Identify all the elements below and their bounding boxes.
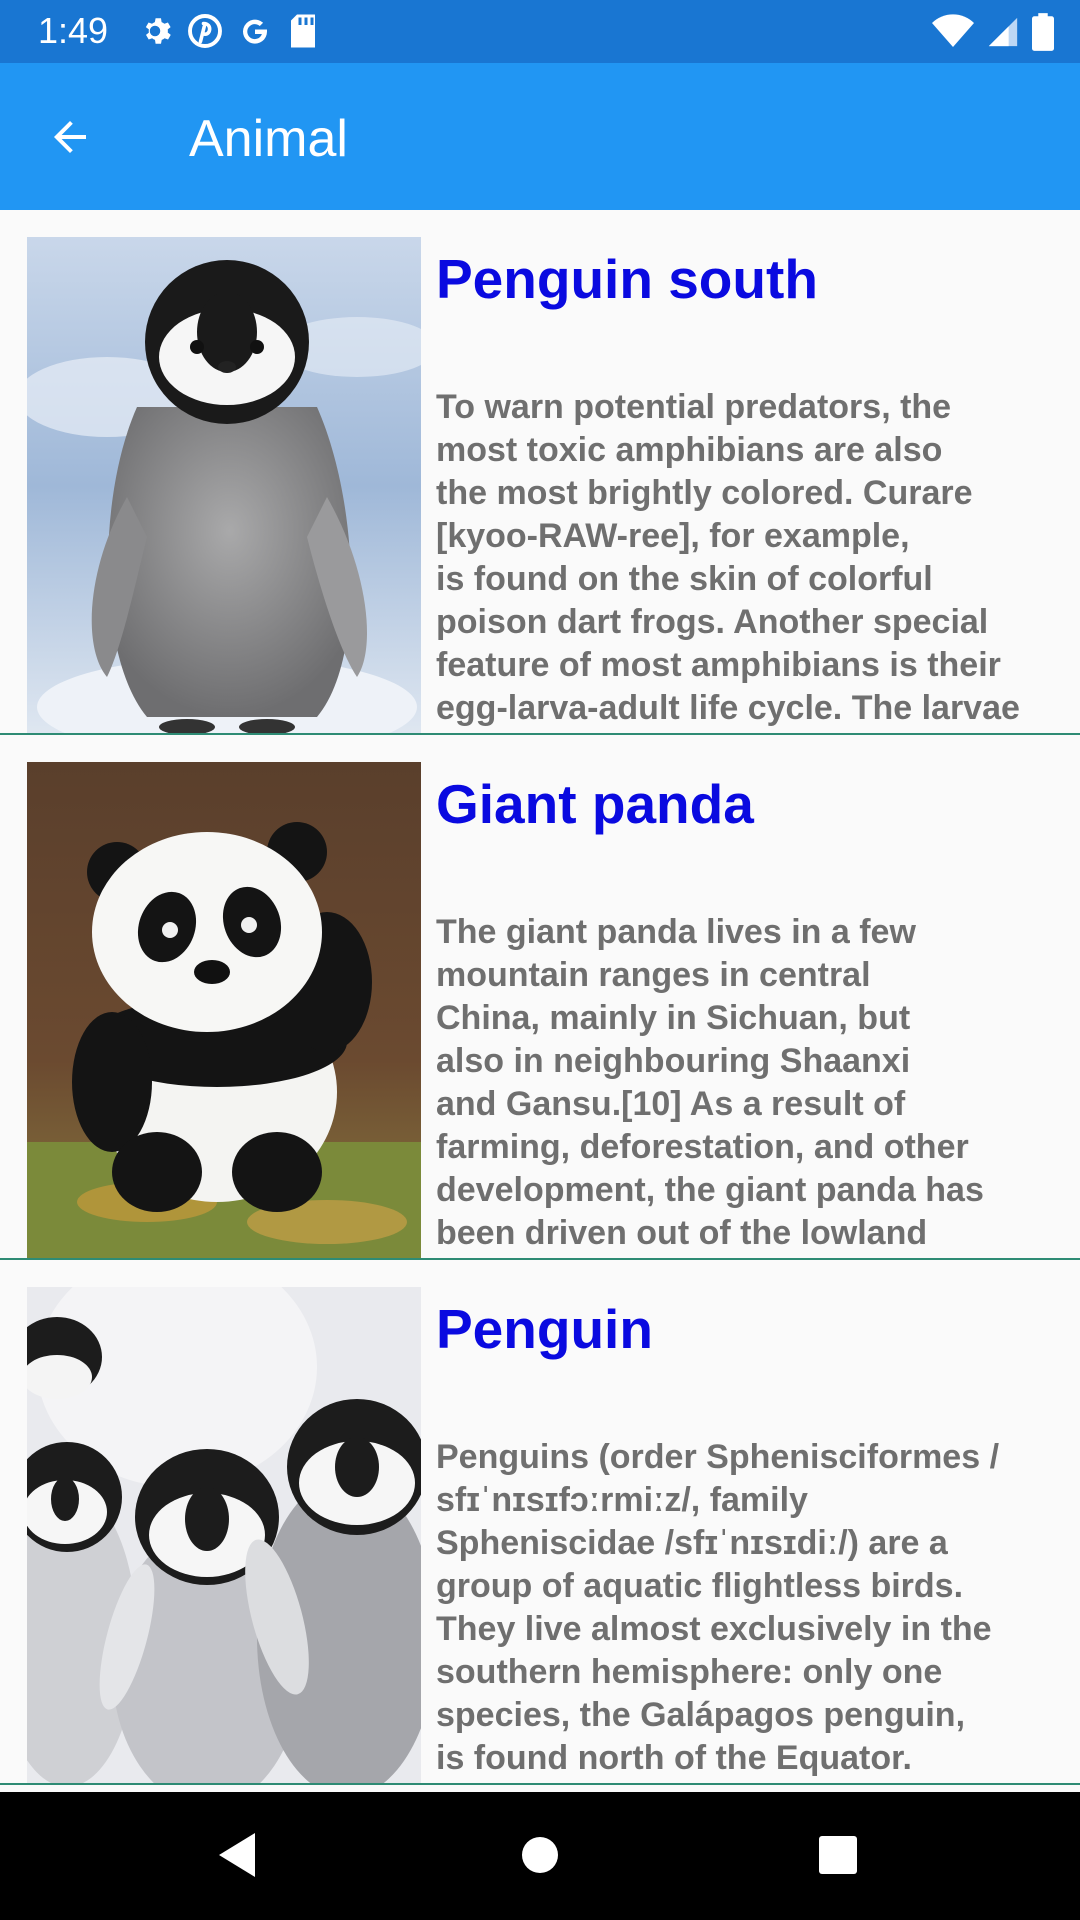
page-title: Animal	[189, 110, 348, 168]
pinterest-icon	[187, 13, 223, 54]
item-title: Giant panda	[436, 773, 754, 835]
status-system-icons	[932, 13, 1054, 56]
status-time: 1:49	[38, 10, 109, 51]
app-bar: Animal	[0, 63, 1080, 210]
google-icon	[237, 13, 273, 54]
item-description: The giant panda lives in a few mountain …	[436, 913, 984, 1252]
nav-back-button[interactable]	[202, 1822, 272, 1892]
battery-icon	[1032, 13, 1054, 56]
list-item[interactable]: Penguin south To warn potential predator…	[0, 210, 1080, 735]
sd-card-icon	[287, 13, 319, 54]
status-notification-icons	[137, 13, 319, 54]
list-item[interactable]: Penguin Penguins (order Sphenisciformes …	[0, 1260, 1080, 1785]
navigation-bar	[0, 1792, 1080, 1920]
recents-square-icon	[818, 1835, 858, 1880]
back-button[interactable]	[34, 103, 106, 175]
home-circle-icon	[520, 1835, 560, 1880]
penguin-south-image	[27, 237, 421, 733]
status-bar: 1:49	[0, 0, 1080, 63]
signal-icon	[986, 14, 1020, 55]
animal-list[interactable]: Penguin south To warn potential predator…	[0, 210, 1080, 1790]
item-title: Penguin	[436, 1298, 653, 1360]
giant-panda-image	[27, 762, 421, 1258]
wifi-icon	[932, 14, 974, 55]
back-triangle-icon	[215, 1831, 259, 1884]
gear-icon	[137, 13, 173, 54]
list-item[interactable]: Giant panda The giant panda lives in a f…	[0, 735, 1080, 1260]
nav-home-button[interactable]	[505, 1822, 575, 1892]
item-title: Penguin south	[436, 248, 818, 310]
penguin-image	[27, 1287, 421, 1783]
arrow-back-icon	[46, 113, 94, 166]
nav-recents-button[interactable]	[803, 1822, 873, 1892]
item-description: Penguins (order Sphenisciformes / sfɪˈnɪ…	[436, 1438, 1000, 1777]
item-description: To warn potential predators, the most to…	[436, 388, 1020, 727]
